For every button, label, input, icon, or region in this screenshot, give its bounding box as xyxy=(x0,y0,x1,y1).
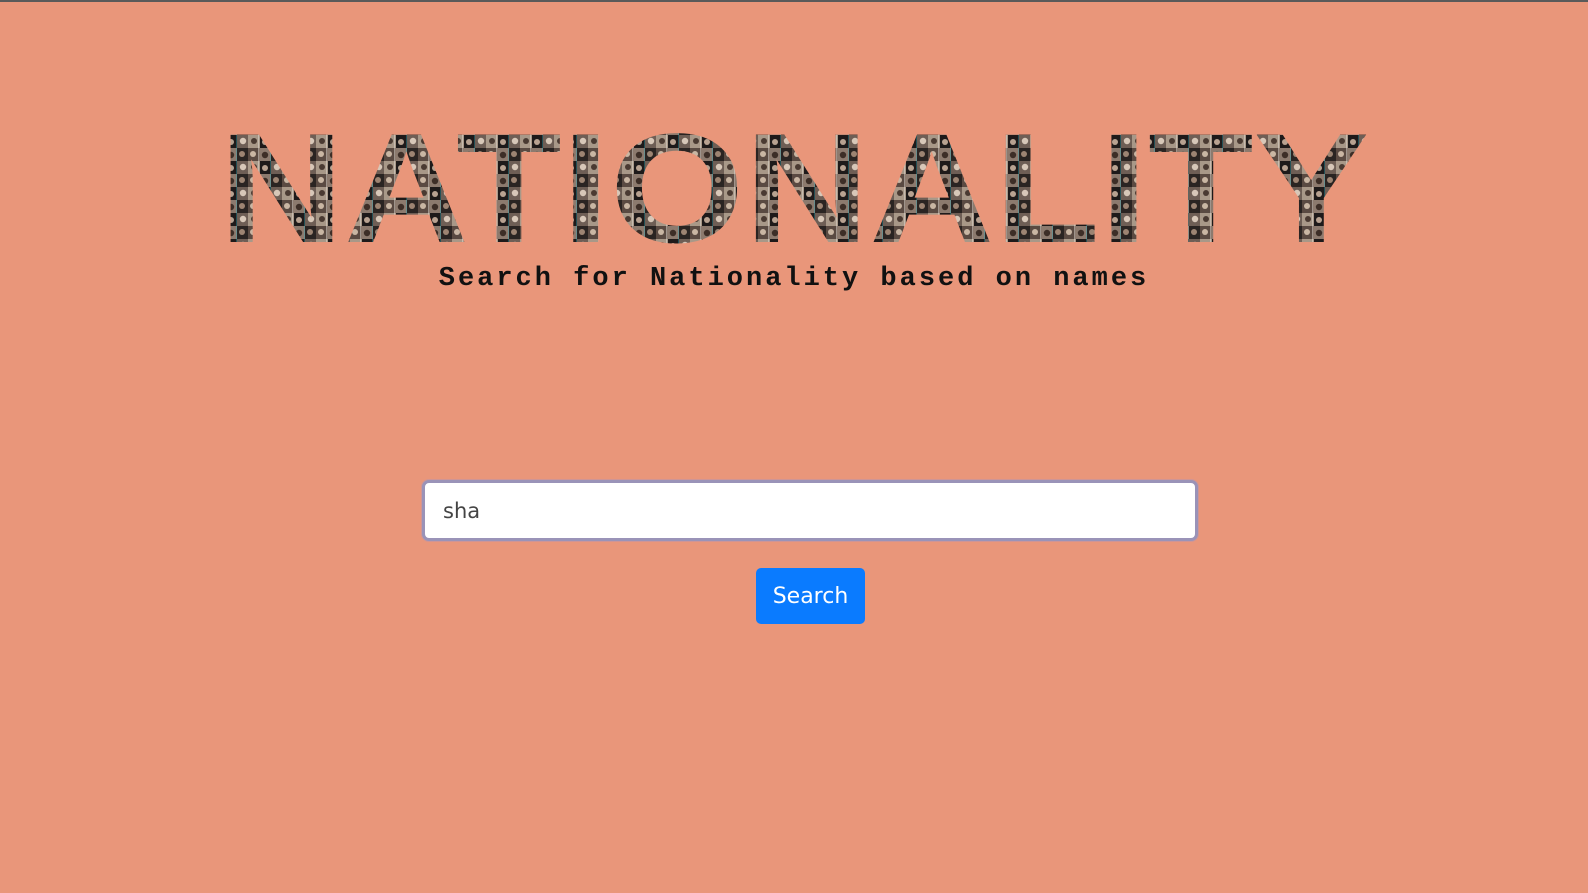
photo-collage-title: NATIONALITY xyxy=(219,122,1369,252)
title-banner: NATIONALITY xyxy=(0,122,1588,252)
page-title: NATIONALITY xyxy=(219,122,1369,252)
search-button[interactable]: Search xyxy=(756,568,865,624)
page-subtitle: Search for Nationality based on names xyxy=(438,264,1150,294)
search-input[interactable] xyxy=(422,480,1198,541)
